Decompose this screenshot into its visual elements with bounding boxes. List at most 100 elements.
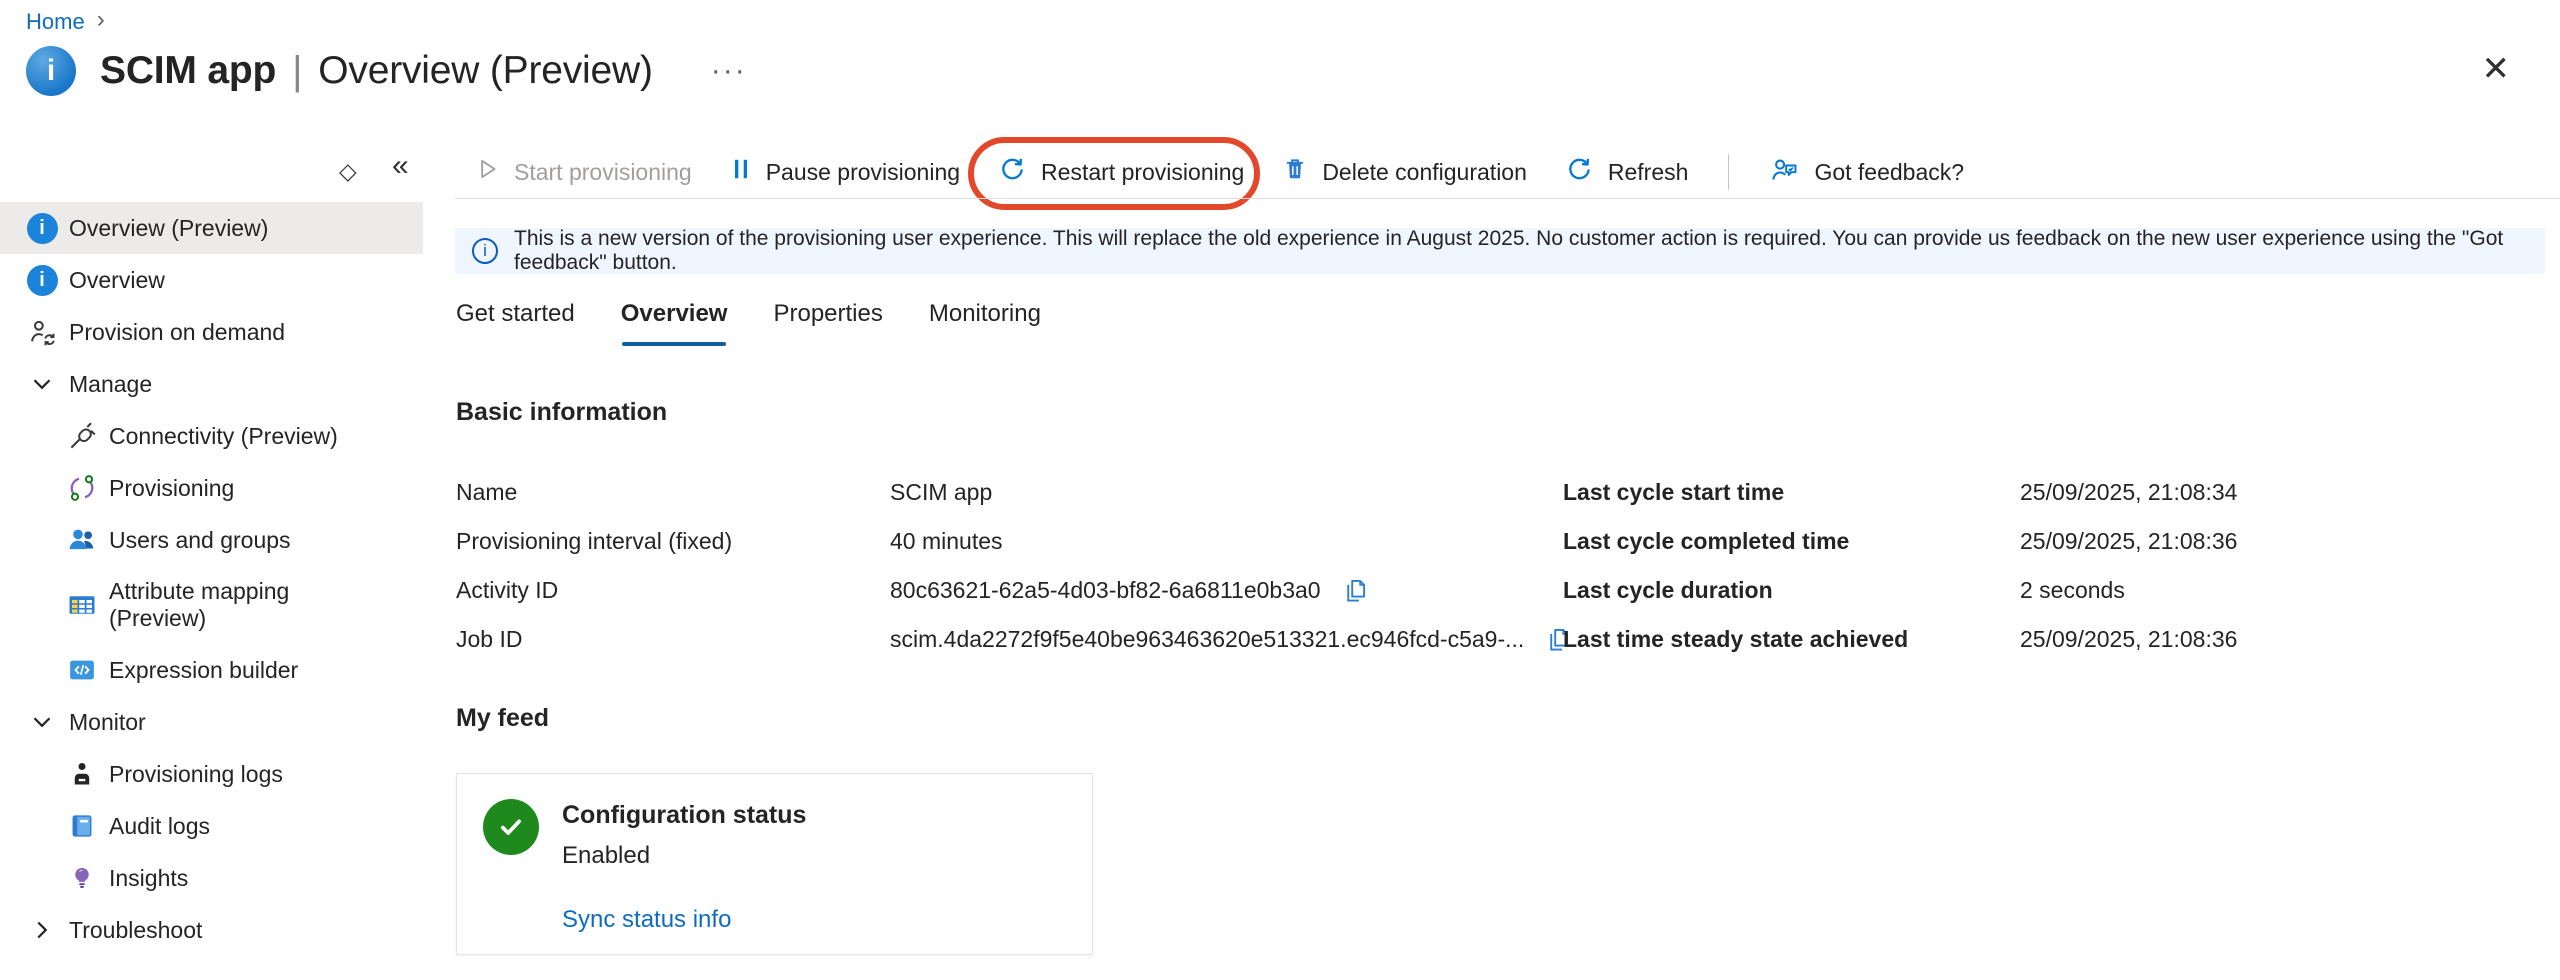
info-label: Last time steady state achieved — [1563, 626, 2020, 653]
sidebar-item-provisioning-logs[interactable]: Provisioning logs — [0, 748, 423, 800]
users-icon — [66, 524, 98, 556]
info-value: 25/09/2025, 21:08:36 — [2020, 528, 2237, 555]
delete-configuration-label: Delete configuration — [1322, 159, 1527, 186]
collapse-sidebar-icon[interactable]: « — [392, 151, 409, 181]
success-check-icon — [483, 799, 539, 855]
got-feedback-label: Got feedback? — [1814, 159, 1964, 186]
got-feedback-button[interactable]: Got feedback? — [1767, 150, 1966, 195]
more-options-icon[interactable]: ··· — [711, 54, 747, 88]
sidebar-item-provision-on-demand[interactable]: Provision on demand — [0, 306, 423, 358]
breadcrumb: Home › — [26, 8, 105, 36]
tab-overview[interactable]: Overview — [621, 300, 728, 346]
restart-icon — [998, 155, 1027, 190]
sidebar-group-monitor[interactable]: Monitor — [0, 696, 423, 748]
info-row-activity-id: Activity ID 80c63621-62a5-4d03-bf82-6a68… — [456, 566, 1572, 615]
info-row-last-cycle-start: Last cycle start time 25/09/2025, 21:08:… — [1563, 468, 2237, 517]
info-row-job-id: Job ID scim.4da2272f9f5e40be963463620e51… — [456, 615, 1572, 664]
app-info-icon: i — [26, 46, 76, 96]
sidebar-item-attribute-mapping[interactable]: Attribute mapping (Preview) — [0, 566, 423, 644]
info-banner-text: This is a new version of the provisionin… — [514, 227, 2528, 275]
sidebar-item-audit-logs[interactable]: Audit logs — [0, 800, 423, 852]
trash-icon — [1282, 156, 1308, 188]
info-label: Name — [456, 479, 890, 506]
info-label: Last cycle duration — [1563, 577, 2020, 604]
play-icon — [474, 156, 500, 188]
info-value: 25/09/2025, 21:08:34 — [2020, 479, 2237, 506]
info-value: scim.4da2272f9f5e40be963463620e513321.ec… — [890, 626, 1524, 653]
breadcrumb-chevron-icon: › — [97, 8, 105, 36]
info-label: Activity ID — [456, 577, 890, 604]
restart-provisioning-button[interactable]: Restart provisioning — [996, 151, 1246, 194]
info-row-last-cycle-duration: Last cycle duration 2 seconds — [1563, 566, 2237, 615]
pause-provisioning-label: Pause provisioning — [766, 159, 960, 186]
app-info-icon-glyph: i — [47, 54, 55, 88]
pause-provisioning-button[interactable]: Pause provisioning — [728, 152, 962, 192]
delete-configuration-button[interactable]: Delete configuration — [1280, 152, 1529, 192]
close-icon[interactable]: ✕ — [2482, 52, 2511, 86]
lightbulb-icon — [66, 865, 98, 891]
info-row-provisioning-interval: Provisioning interval (fixed) 40 minutes — [456, 517, 1572, 566]
chevron-right-icon — [26, 918, 58, 942]
sidebar-item-connectivity[interactable]: Connectivity (Preview) — [0, 410, 423, 462]
resize-handle-icon[interactable]: ◇ — [339, 158, 357, 185]
page-title-app-name: SCIM app — [100, 49, 276, 93]
sidebar-nav: i Overview (Preview) i Overview Provisio… — [0, 202, 423, 956]
sidebar-item-overview-preview[interactable]: i Overview (Preview) — [0, 202, 423, 254]
table-icon — [66, 590, 98, 620]
pause-icon — [730, 156, 752, 188]
info-label: Job ID — [456, 626, 890, 653]
info-value: 40 minutes — [890, 528, 1003, 555]
sidebar-group-label: Troubleshoot — [69, 917, 202, 944]
page-title: SCIM app | Overview (Preview) — [100, 49, 653, 94]
sidebar-item-insights[interactable]: Insights — [0, 852, 423, 904]
sidebar-group-manage[interactable]: Manage — [0, 358, 423, 410]
tab-get-started[interactable]: Get started — [456, 300, 575, 346]
basic-info-right-column: Last cycle start time 25/09/2025, 21:08:… — [1563, 468, 2237, 664]
sync-status-info-link[interactable]: Sync status info — [562, 906, 731, 934]
sidebar-item-label: Attribute mapping (Preview) — [109, 578, 319, 632]
sidebar-group-label: Manage — [69, 371, 152, 398]
breadcrumb-home-link[interactable]: Home — [26, 9, 85, 35]
basic-info-left-column: Name SCIM app Provisioning interval (fix… — [456, 468, 1572, 664]
info-circle-icon: i — [472, 238, 498, 264]
code-icon — [66, 655, 98, 685]
sidebar-group-label: Monitor — [69, 709, 146, 736]
card-title: Configuration status — [562, 801, 806, 830]
info-label: Provisioning interval (fixed) — [456, 528, 890, 555]
start-provisioning-button[interactable]: Start provisioning — [472, 152, 694, 192]
restart-provisioning-label: Restart provisioning — [1041, 159, 1244, 186]
feedback-icon — [1769, 154, 1800, 191]
sidebar-item-label: Provisioning — [109, 475, 234, 502]
sidebar-item-overview[interactable]: i Overview — [0, 254, 423, 306]
toolbar-separator-line — [455, 198, 2560, 199]
sidebar-item-label: Connectivity (Preview) — [109, 423, 338, 450]
basic-information-heading: Basic information — [456, 398, 667, 427]
toolbar-divider — [1728, 154, 1729, 190]
info-badge-icon: i — [26, 265, 58, 296]
sidebar-item-expression-builder[interactable]: Expression builder — [0, 644, 423, 696]
sidebar-item-label: Provisioning logs — [109, 761, 283, 788]
sidebar-item-label: Insights — [109, 865, 188, 892]
info-badge-icon: i — [26, 213, 58, 244]
chevron-down-icon — [26, 372, 58, 396]
refresh-button[interactable]: Refresh — [1563, 151, 1691, 194]
info-label: Last cycle completed time — [1563, 528, 2020, 555]
info-banner: i This is a new version of the provision… — [455, 228, 2545, 274]
sidebar-item-label: Audit logs — [109, 813, 210, 840]
my-feed-heading: My feed — [456, 704, 549, 733]
tab-properties[interactable]: Properties — [773, 300, 882, 346]
sidebar-group-troubleshoot[interactable]: Troubleshoot — [0, 904, 423, 956]
status-value: Enabled — [562, 842, 650, 870]
copy-icon[interactable] — [1341, 577, 1369, 605]
page-title-separator: | — [292, 49, 302, 94]
title-bar: i SCIM app | Overview (Preview) ··· — [26, 46, 747, 96]
sidebar-item-users-and-groups[interactable]: Users and groups — [0, 514, 423, 566]
info-label: Last cycle start time — [1563, 479, 2020, 506]
start-provisioning-label: Start provisioning — [514, 159, 692, 186]
info-row-steady-state: Last time steady state achieved 25/09/20… — [1563, 615, 2237, 664]
info-value: 2 seconds — [2020, 577, 2125, 604]
tab-monitoring[interactable]: Monitoring — [929, 300, 1041, 346]
info-value: 25/09/2025, 21:08:36 — [2020, 626, 2237, 653]
sidebar-item-provisioning[interactable]: Provisioning — [0, 462, 423, 514]
person-sync-icon — [26, 317, 58, 347]
